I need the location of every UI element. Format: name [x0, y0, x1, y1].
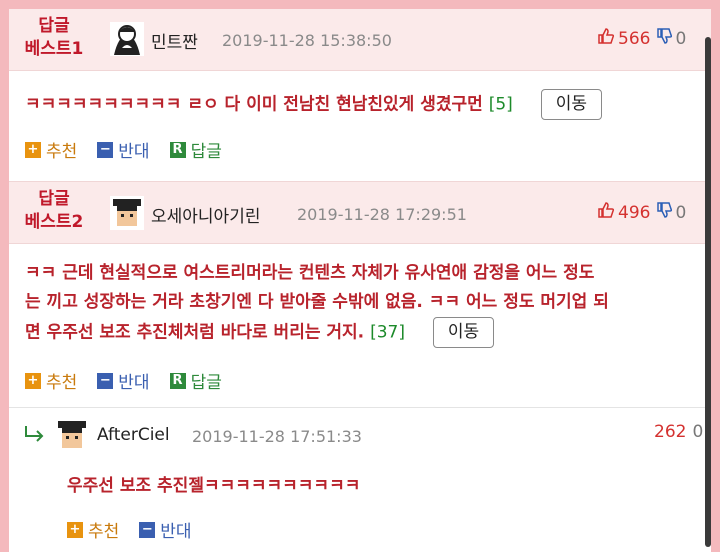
recommend-label: 추천	[46, 142, 78, 162]
recommend-button[interactable]: + 추천	[25, 137, 77, 162]
comment-text: ㅋㅋ 근데 현실적으로 여스트리머라는 컨텐츠 자체가 유사연애 감정을 어느 …	[25, 259, 711, 348]
comment-actions: + 추천 − 반대 R 답글	[25, 137, 242, 162]
reply-label: 답글	[190, 142, 222, 162]
minus-icon: −	[139, 521, 156, 538]
best-badge: 답글 베스트1	[9, 15, 99, 61]
badge-bottom-label: 베스트2	[24, 212, 84, 232]
reply-count[interactable]: [37]	[370, 323, 405, 343]
avatar[interactable]	[110, 196, 144, 230]
plus-icon: +	[25, 372, 41, 389]
recommend-label: 추천	[88, 522, 120, 542]
reply-icon: R	[169, 372, 186, 389]
badge-top-label: 답글	[38, 16, 70, 36]
avatar[interactable]	[110, 22, 144, 56]
best-badge: 답글 베스트2	[9, 188, 99, 234]
move-button[interactable]: 이동	[540, 89, 603, 120]
dislike-count: 0	[675, 202, 687, 223]
nickname[interactable]: 민트짠	[151, 28, 198, 53]
comment-panel: 답글 베스트1 민트짠 2019-11-28 15:38:50 566 0 ㅋㅋ…	[9, 9, 711, 552]
divider	[9, 407, 711, 408]
oppose-button[interactable]: − 반대	[139, 517, 192, 542]
comment-actions: + 추천 − 반대 R 답글	[25, 368, 242, 393]
comment-line: 는 끼고 성장하는 거라 초창기엔 다 받아줄 수밖에 없음. ㅋㅋ 어느 정도…	[25, 292, 609, 312]
reply-button[interactable]: R 답글	[169, 137, 222, 162]
minus-icon: −	[97, 372, 114, 389]
avatar[interactable]	[55, 418, 89, 452]
comment-header: 답글 베스트2 오세아니아기린 2019-11-28 17:29:51 496	[9, 181, 711, 244]
thumbs-up-icon[interactable]	[597, 201, 615, 224]
comment-date: 2019-11-28 15:38:50	[222, 31, 392, 50]
comment-date: 2019-11-28 17:51:33	[192, 427, 362, 446]
nickname[interactable]: AfterCiel	[97, 425, 170, 445]
vote-counts: 496 0	[597, 201, 686, 224]
recommend-button[interactable]: + 추천	[25, 368, 77, 393]
comment-actions: + 추천 − 반대	[67, 517, 212, 542]
scrollbar[interactable]	[705, 37, 711, 547]
comment-line: ㅋㅋ 근데 현실적으로 여스트리머라는 컨텐츠 자체가 유사연애 감정을 어느 …	[25, 263, 595, 283]
comment-header: 답글 베스트1 민트짠 2019-11-28 15:38:50 566 0	[9, 9, 711, 71]
oppose-label: 반대	[118, 373, 150, 393]
thumbs-up-icon[interactable]	[597, 27, 615, 50]
reply-icon: R	[169, 141, 186, 158]
vote-counts: 566 0	[597, 27, 686, 50]
recommend-button[interactable]: + 추천	[67, 517, 119, 542]
like-count: 262	[654, 422, 687, 442]
oppose-button[interactable]: − 반대	[97, 137, 150, 162]
reply-count[interactable]: [5]	[489, 95, 513, 115]
plus-icon: +	[67, 521, 83, 538]
comment-line: 면 우주선 보조 추진체처럼 바다로 버리는 거지.	[25, 322, 365, 343]
comment-body: ㅋㅋㅋㅋㅋㅋㅋㅋㅋㅋ ㄹㅇ 다 이미 전남친 현남친있게 생겼구먼	[25, 94, 483, 115]
like-count: 566	[618, 28, 651, 49]
comment-text: 우주선 보조 추진젤ㅋㅋㅋㅋㅋㅋㅋㅋㅋㅋ	[67, 476, 361, 496]
move-button[interactable]: 이동	[432, 317, 495, 348]
oppose-label: 반대	[160, 522, 192, 542]
reply-label: 답글	[190, 373, 222, 393]
reply-arrow-icon	[23, 424, 47, 448]
comment-date: 2019-11-28 17:29:51	[297, 205, 467, 224]
thumbs-down-icon[interactable]	[656, 201, 673, 224]
thumbs-down-icon[interactable]	[656, 27, 673, 50]
badge-top-label: 답글	[38, 189, 70, 209]
dislike-count: 0	[675, 28, 687, 49]
minus-icon: −	[97, 141, 114, 158]
oppose-label: 반대	[118, 142, 150, 162]
oppose-button[interactable]: − 반대	[97, 368, 150, 393]
like-count: 496	[618, 202, 651, 223]
vote-counts: 262 0	[654, 422, 703, 442]
comment-text: ㅋㅋㅋㅋㅋㅋㅋㅋㅋㅋ ㄹㅇ 다 이미 전남친 현남친있게 생겼구먼 [5] 이동	[25, 89, 603, 120]
badge-bottom-label: 베스트1	[24, 39, 84, 59]
nickname[interactable]: 오세아니아기린	[151, 202, 260, 227]
dislike-count: 0	[692, 422, 704, 442]
plus-icon: +	[25, 141, 41, 158]
recommend-label: 추천	[46, 373, 78, 393]
reply-button[interactable]: R 답글	[169, 368, 222, 393]
